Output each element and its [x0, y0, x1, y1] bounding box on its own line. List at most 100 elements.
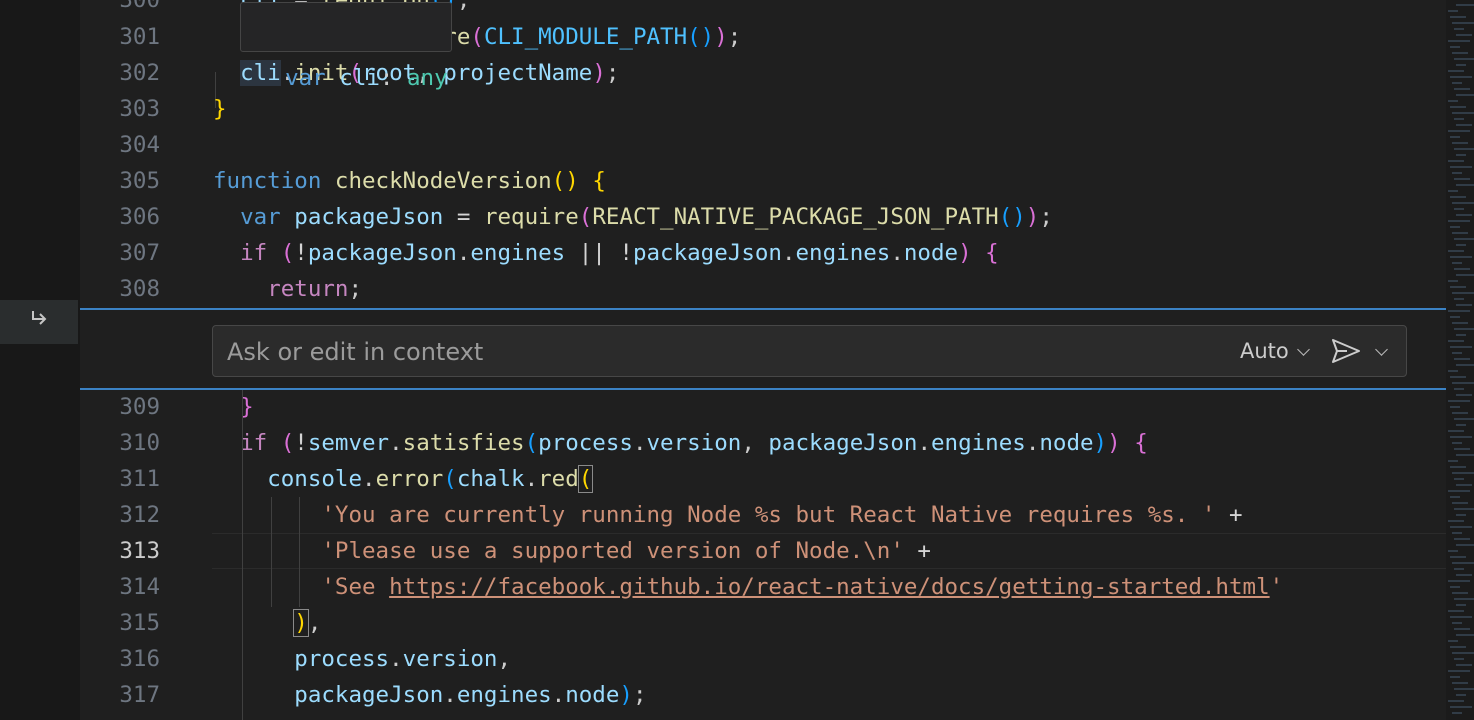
mode-picker[interactable]: Auto [1240, 326, 1310, 376]
minimap-line [1448, 520, 1464, 522]
code-token: projectName [443, 60, 593, 86]
minimap[interactable] [1446, 0, 1474, 720]
indent-guide [242, 461, 243, 720]
indent-guide [299, 497, 300, 607]
code-token: { [1134, 430, 1148, 456]
code-text: process.version, [213, 641, 511, 677]
code-text: console.error(chalk.red( [213, 461, 594, 497]
minimap-line [1452, 22, 1474, 24]
code-token: . [389, 646, 403, 672]
minimap-line [1456, 304, 1472, 306]
code-token: semver [307, 430, 390, 456]
minimap-line [1454, 268, 1470, 270]
line-number: 307 [119, 240, 160, 266]
inline-chat-input[interactable] [213, 326, 1219, 378]
minimap-line [1456, 664, 1472, 666]
line-number: 303 [119, 96, 160, 122]
minimap-line [1456, 154, 1466, 156]
minimap-line [1456, 214, 1472, 216]
code-text: } [213, 91, 227, 127]
code-line[interactable]: 305 function checkNodeVersion() { [80, 163, 1446, 199]
code-line[interactable]: 310 if (!semver.satisfies(process.versio… [80, 425, 1446, 461]
indent-guide [242, 389, 243, 425]
minimap-line [1450, 316, 1460, 318]
inline-chat-gutter-button[interactable] [0, 300, 78, 344]
minimap-line [1450, 556, 1466, 558]
minimap-line [1454, 88, 1470, 90]
minimap-line [1454, 208, 1464, 210]
code-token: chalk [456, 466, 525, 492]
minimap-line [1448, 430, 1464, 432]
minimap-line [1450, 676, 1460, 678]
code-line[interactable]: 316 process.version, [80, 641, 1446, 677]
code-token: ; [727, 24, 742, 50]
minimap-line [1448, 130, 1470, 132]
code-line[interactable]: 308 return; [80, 271, 1446, 307]
code-line[interactable]: 313 'Please use a supported version of N… [80, 533, 1446, 569]
line-number: 317 [119, 682, 160, 708]
code-token: . [389, 430, 403, 456]
minimap-line [1454, 478, 1464, 480]
mode-label: Auto [1240, 339, 1289, 363]
minimap-line [1450, 646, 1466, 648]
minimap-line [1452, 202, 1474, 204]
code-token: . [362, 466, 376, 492]
minimap-line [1456, 334, 1466, 336]
code-token: () [551, 168, 579, 194]
code-line[interactable]: 306 var packageJson = require(REACT_NATI… [80, 199, 1446, 235]
code-token: . [632, 430, 647, 456]
code-line[interactable]: 309 } [80, 389, 1446, 425]
send-icon[interactable] [1330, 337, 1362, 365]
minimap-line [1450, 346, 1472, 348]
code-line[interactable]: 317 packageJson.engines.node); [80, 677, 1446, 713]
code-token: https://facebook.github.io/react-native/… [389, 574, 1270, 600]
code-line[interactable]: 304 [80, 127, 1446, 163]
code-line[interactable]: 312 'You are currently running Node %s b… [80, 497, 1446, 533]
minimap-line [1452, 532, 1462, 534]
minimap-line [1456, 424, 1466, 426]
code-token: ; [348, 276, 363, 302]
code-text: if (!packageJson.engines || !packageJson… [213, 235, 999, 271]
line-number: 305 [119, 168, 160, 194]
code-line[interactable]: 307 if (!packageJson.engines || !package… [80, 235, 1446, 271]
minimap-line [1454, 688, 1474, 690]
code-token: ) [1093, 430, 1108, 456]
minimap-line [1450, 706, 1472, 708]
minimap-line [1452, 52, 1468, 54]
code-token: engines [456, 682, 552, 708]
code-line[interactable]: 315 ), [80, 605, 1446, 641]
code-token: , [497, 646, 512, 672]
send-options-button[interactable] [1373, 326, 1388, 376]
minimap-line [1448, 640, 1458, 642]
code-token: ; [456, 0, 471, 13]
code-token: require [483, 204, 579, 230]
minimap-line [1448, 400, 1470, 402]
code-line[interactable]: 311 console.error(chalk.red( [80, 461, 1446, 497]
code-token: ; [1039, 204, 1053, 230]
code-token: function [213, 168, 322, 194]
line-number: 304 [119, 132, 160, 158]
code-token: ( [470, 24, 484, 50]
line-number: 309 [119, 394, 160, 420]
code-token: version [646, 430, 742, 456]
code-line[interactable]: 314 'See https://facebook.github.io/reac… [80, 569, 1446, 605]
minimap-line [1452, 112, 1474, 114]
minimap-line [1450, 136, 1460, 138]
code-text: ), [213, 605, 321, 641]
minimap-line [1448, 340, 1464, 342]
code-token: return [267, 276, 349, 302]
code-token: . [456, 240, 471, 266]
chevron-down-icon [1375, 342, 1388, 356]
minimap-line [1448, 40, 1470, 42]
minimap-line [1450, 496, 1460, 498]
minimap-line [1452, 292, 1474, 294]
code-token: () [998, 204, 1026, 230]
